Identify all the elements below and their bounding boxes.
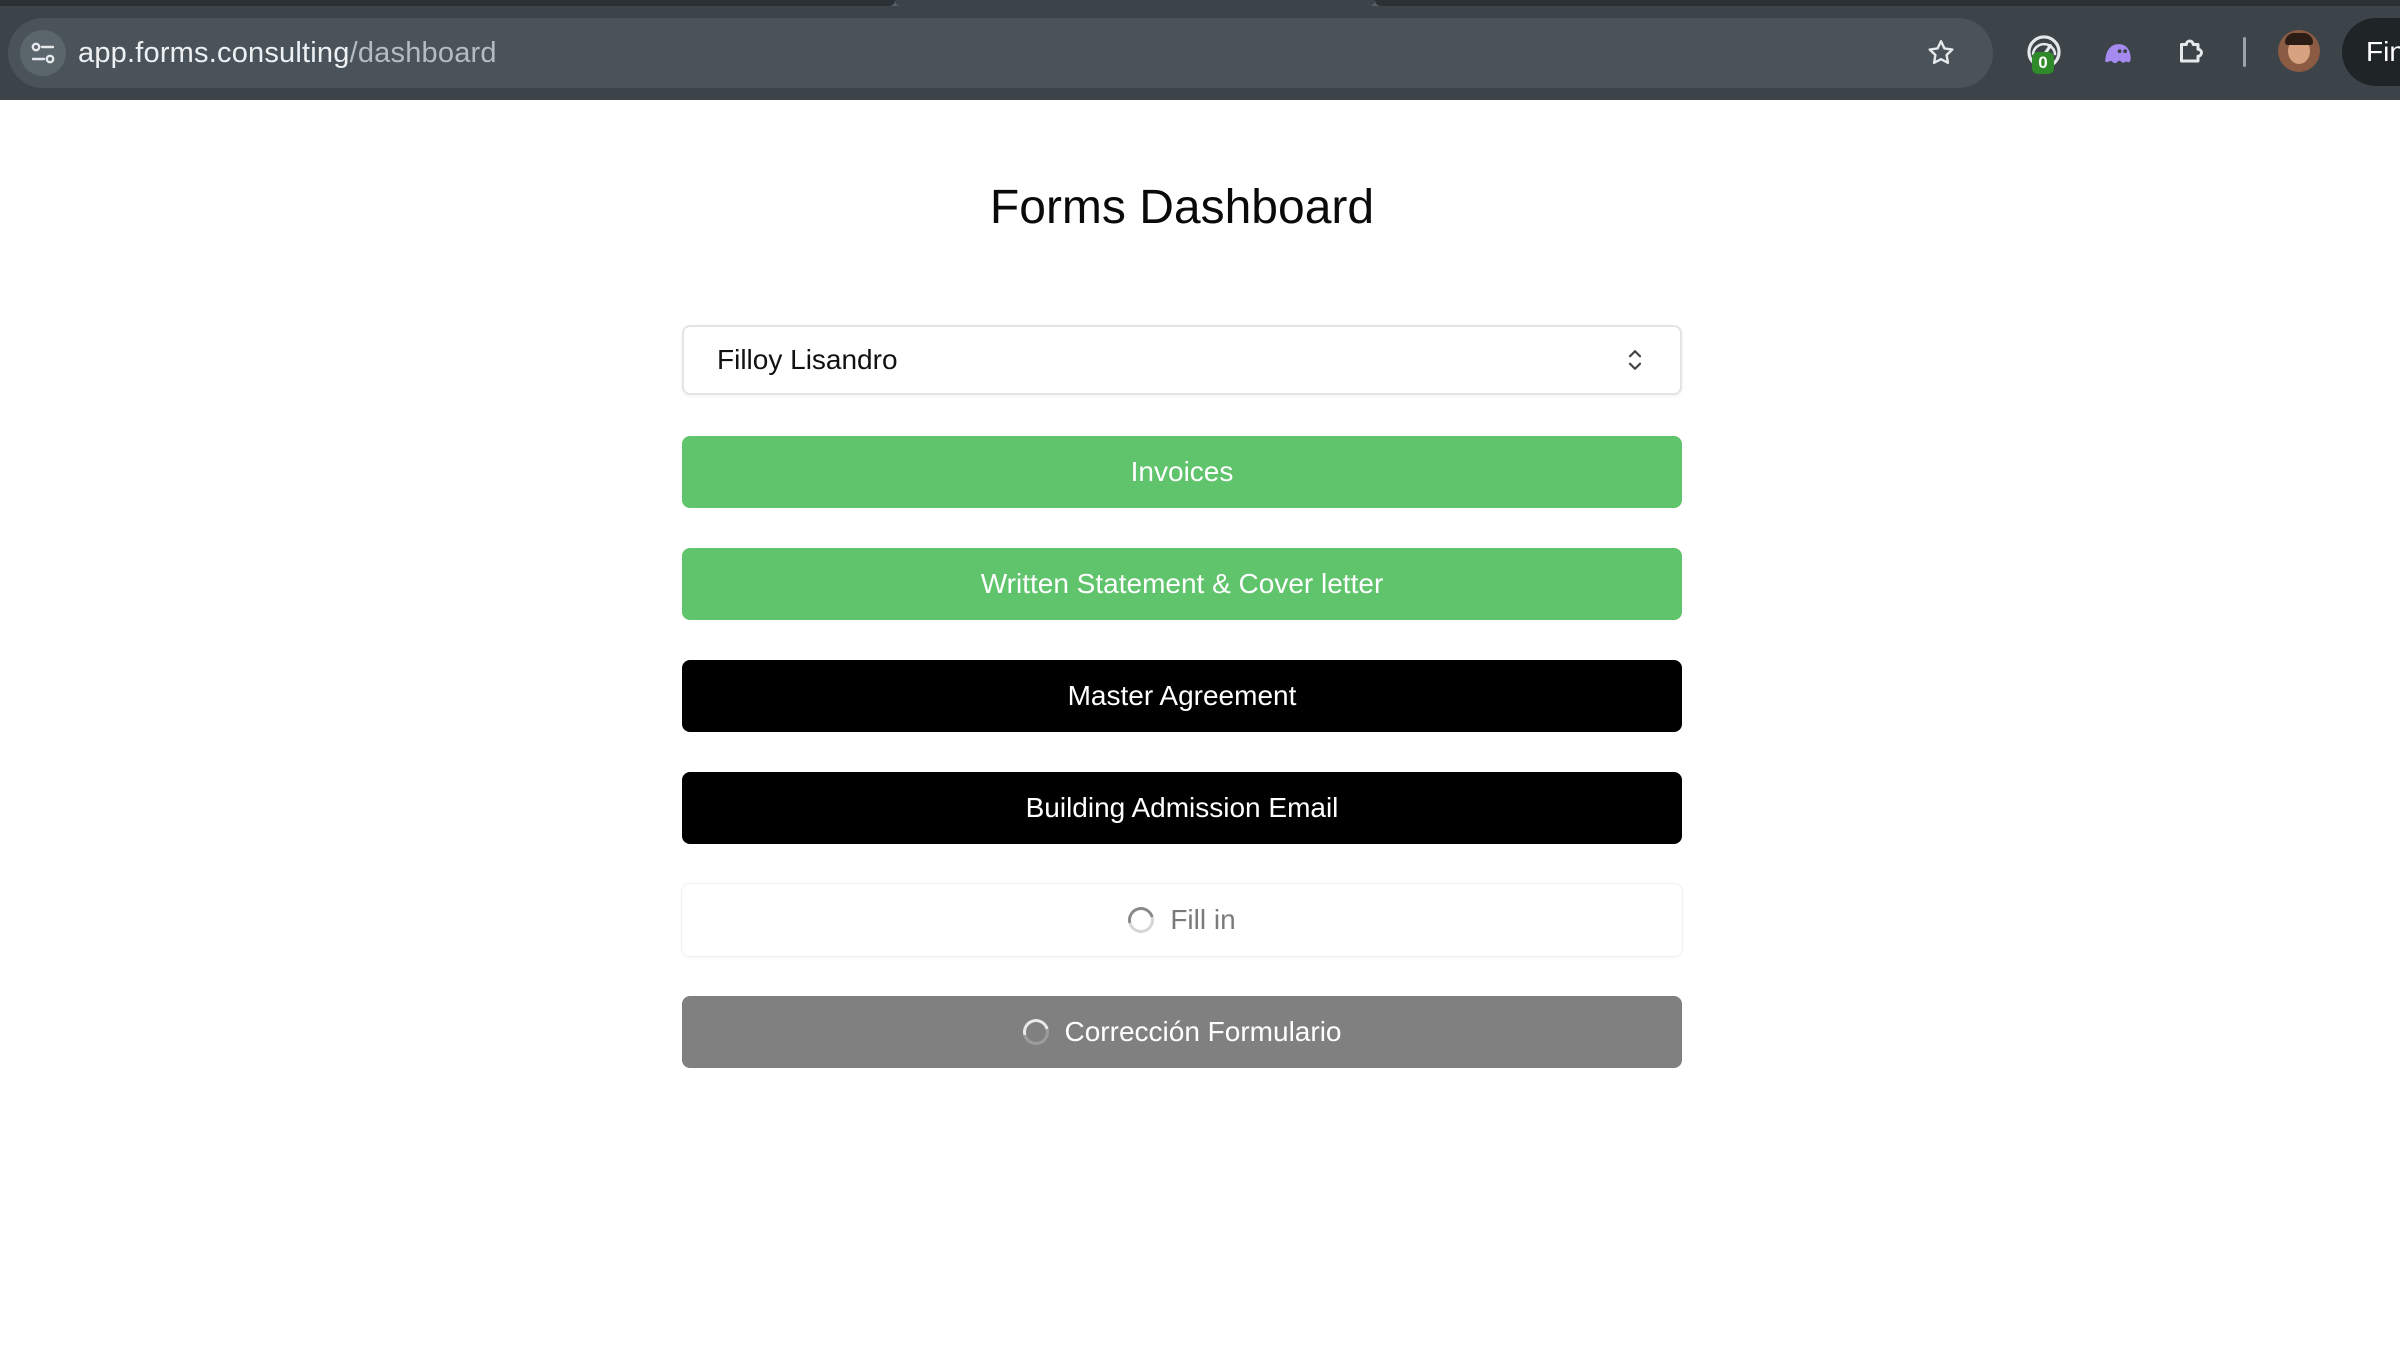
client-select-value: Filloy Lisandro xyxy=(717,344,898,375)
star-icon[interactable] xyxy=(1923,35,1959,71)
puzzle-icon[interactable] xyxy=(2170,30,2214,74)
profile-button[interactable]: Fin xyxy=(2342,18,2400,86)
button-label: Fill in xyxy=(1170,904,1236,935)
correccion-formulario-button[interactable]: Corrección Formulario xyxy=(682,996,1682,1068)
master-agreement-button[interactable]: Master Agreement xyxy=(682,660,1682,732)
button-label: Written Statement & Cover letter xyxy=(980,568,1384,599)
button-label: Building Admission Email xyxy=(1025,792,1339,823)
button-label: Corrección Formulario xyxy=(1064,1016,1342,1047)
client-select[interactable]: Filloy Lisandro xyxy=(682,325,1682,395)
tab-inactive[interactable] xyxy=(1375,0,2400,6)
toolbar-divider xyxy=(2243,37,2246,67)
button-label: Master Agreement xyxy=(1067,680,1297,711)
page-title: Forms Dashboard xyxy=(989,181,1375,234)
ghost-icon[interactable] xyxy=(2096,30,2140,74)
avatar[interactable] xyxy=(2278,30,2320,72)
avatar-hair xyxy=(2285,33,2313,45)
browser-toolbar: app.forms.consulting/dashboard 0 Fin xyxy=(0,0,2400,100)
url-path: /dashboard xyxy=(349,37,497,69)
url-host: app.forms.consulting xyxy=(78,37,350,69)
tune-icon[interactable] xyxy=(20,30,66,76)
extension-badge: 0 xyxy=(2032,52,2054,74)
building-admission-email-button[interactable]: Building Admission Email xyxy=(682,772,1682,844)
tab-active[interactable] xyxy=(895,0,1375,6)
address-bar[interactable]: app.forms.consulting/dashboard xyxy=(8,18,1993,88)
button-label: Invoices xyxy=(1130,456,1234,487)
invoices-button[interactable]: Invoices xyxy=(682,436,1682,508)
spinner-icon xyxy=(1017,1014,1054,1050)
url-text[interactable]: app.forms.consulting/dashboard xyxy=(78,18,497,88)
tab-inactive[interactable] xyxy=(0,0,895,6)
tab-strip xyxy=(0,0,2400,6)
dashboard-main: Forms Dashboard Filloy Lisandro Invoices… xyxy=(0,100,2400,1350)
fill-in-button[interactable]: Fill in xyxy=(682,884,1682,956)
spinner-icon xyxy=(1123,902,1160,938)
chevron-up-down-icon xyxy=(1620,345,1650,375)
written-statement-button[interactable]: Written Statement & Cover letter xyxy=(682,548,1682,620)
